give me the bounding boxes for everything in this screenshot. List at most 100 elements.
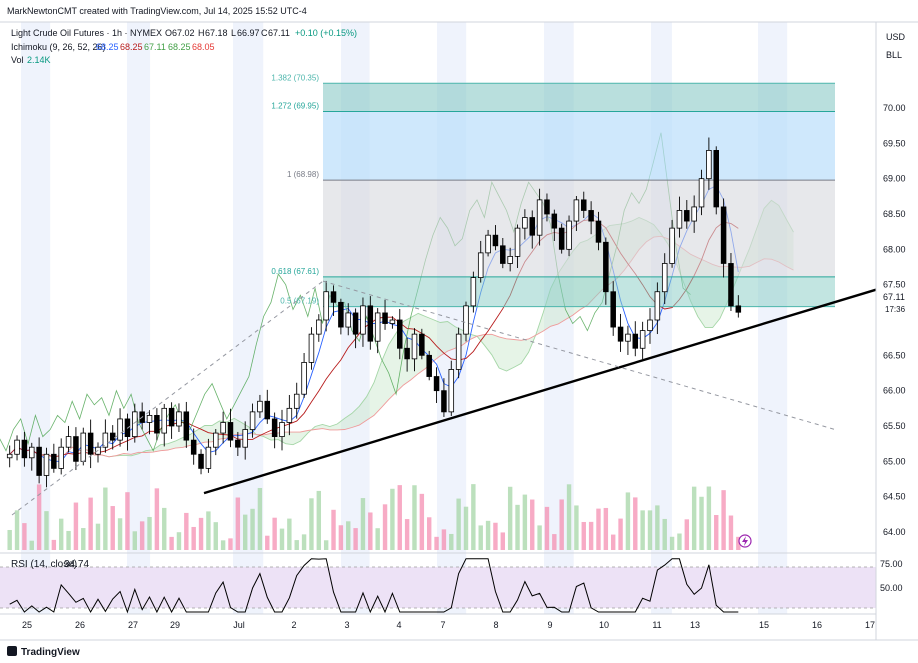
candle bbox=[617, 313, 624, 352]
volume-bar bbox=[22, 523, 27, 550]
time-tick: 13 bbox=[690, 620, 700, 630]
volume-bar bbox=[397, 485, 402, 550]
volume-bar bbox=[603, 507, 609, 550]
footer-brand: TradingView bbox=[21, 647, 80, 658]
volume-bar bbox=[434, 536, 439, 550]
time-tick: 8 bbox=[493, 620, 498, 630]
fib-zone bbox=[323, 276, 835, 307]
volume-bar bbox=[662, 518, 667, 550]
candle bbox=[102, 419, 109, 453]
volume-bar bbox=[29, 540, 34, 550]
volume-bar bbox=[176, 532, 182, 550]
legend-volume[interactable]: Vol 2.14K bbox=[11, 55, 51, 65]
volume-bar bbox=[500, 532, 506, 550]
volume-bar bbox=[95, 523, 101, 550]
volume-bar bbox=[279, 528, 285, 550]
candle bbox=[558, 223, 565, 254]
price-tick: 66.00 bbox=[883, 386, 906, 396]
candle bbox=[117, 408, 123, 447]
volume-bar bbox=[117, 518, 123, 550]
volume-bar bbox=[265, 535, 270, 550]
volume-bar bbox=[728, 515, 734, 550]
volume-bar bbox=[699, 496, 704, 550]
price-axis-unit[interactable]: BLL bbox=[886, 50, 902, 60]
volume-bar bbox=[184, 512, 189, 550]
price-tick: 67.50 bbox=[883, 280, 906, 290]
volume-bar bbox=[714, 515, 719, 550]
volume-bar bbox=[691, 486, 697, 550]
fib-level-label: 0.5 (67.19) bbox=[280, 297, 319, 306]
ohlc-open: 67.02 bbox=[172, 28, 195, 38]
volume-bar bbox=[51, 539, 57, 550]
volume-bar bbox=[235, 497, 241, 550]
volume-bar bbox=[242, 514, 248, 550]
price-tick: 68.50 bbox=[883, 209, 906, 219]
volume-bar bbox=[588, 521, 594, 550]
legend-ichimoku[interactable]: Ichimoku (9, 26, 52, 26) 68.25 68.25 67.… bbox=[11, 42, 215, 52]
candle bbox=[374, 308, 381, 354]
volume-bar bbox=[537, 525, 542, 550]
volume-bar bbox=[368, 512, 373, 550]
time-axis[interactable]: 25 26 27 29 Jul 2 3 4 7 8 9 10 11 13 15 16 17 bbox=[0, 613, 876, 630]
volume-bar bbox=[169, 536, 174, 550]
volume-bar bbox=[58, 518, 64, 550]
fib-level-label: 1.272 (69.95) bbox=[271, 102, 319, 111]
fib-level-label: 1.382 (70.35) bbox=[271, 73, 319, 82]
volume-bar bbox=[338, 525, 344, 550]
volume-bar bbox=[456, 498, 461, 550]
candle bbox=[713, 146, 719, 215]
time-tick: 16 bbox=[812, 620, 822, 630]
volume-bar bbox=[574, 505, 579, 550]
volume-bar bbox=[684, 519, 690, 550]
candle bbox=[109, 425, 116, 450]
fibonacci-retracement: 1.382 (70.35) 1.272 (69.95) 1 (68.98) 0.618… bbox=[271, 73, 835, 308]
volume-bar bbox=[132, 531, 138, 550]
time-tick: 4 bbox=[396, 620, 401, 630]
candle bbox=[14, 435, 20, 461]
candle bbox=[639, 321, 646, 360]
volume-bar bbox=[316, 490, 322, 550]
volume-bar bbox=[647, 510, 653, 550]
last-price-label: 67.11 bbox=[883, 292, 905, 302]
tradingview-logo-icon bbox=[7, 646, 17, 656]
volume-bar bbox=[610, 534, 616, 550]
volume-bar bbox=[250, 508, 255, 550]
alert-lightning-icon[interactable] bbox=[738, 534, 752, 548]
price-axis[interactable]: USD BLL 70.00 69.50 69.00 68.50 68.00 67.50 66… bbox=[875, 0, 918, 640]
price-tick: 69.50 bbox=[883, 138, 906, 148]
candle bbox=[286, 394, 293, 436]
candle bbox=[51, 443, 57, 473]
candle bbox=[198, 449, 204, 475]
time-tick: 3 bbox=[344, 620, 349, 630]
volume-bar bbox=[552, 534, 557, 550]
ichimoku-conversion-value: 68.25 bbox=[96, 42, 119, 52]
candle bbox=[176, 403, 182, 433]
ohlc-high: 67.18 bbox=[205, 28, 228, 38]
volume-bar bbox=[721, 490, 726, 550]
fib-zone bbox=[323, 111, 835, 181]
volume-bar bbox=[162, 507, 167, 550]
volume-bar bbox=[346, 521, 351, 550]
volume-bar bbox=[294, 540, 299, 550]
volume-bar bbox=[103, 487, 108, 550]
volume-bar bbox=[507, 486, 513, 550]
volume-bar bbox=[390, 488, 395, 550]
time-tick: 27 bbox=[128, 620, 138, 630]
chart-credit: MarkNewtonCMT created with TradingView.c… bbox=[7, 6, 307, 16]
legend-instrument[interactable]: Light Crude Oil Futures · 1h · NYMEX O 6… bbox=[11, 28, 357, 38]
volume-bar bbox=[655, 505, 660, 550]
volume-bar bbox=[73, 502, 79, 550]
fib-level-label: 0.618 (67.61) bbox=[271, 267, 319, 276]
ohlc-open-label: O bbox=[165, 28, 172, 38]
ohlc-high-label: H bbox=[198, 28, 205, 38]
dashed-rise-line[interactable] bbox=[11, 280, 324, 516]
volume-bar bbox=[88, 497, 93, 550]
volume-bar bbox=[522, 494, 528, 550]
volume-bar bbox=[485, 520, 491, 550]
volume-bar bbox=[44, 511, 49, 550]
time-tick: 15 bbox=[759, 620, 769, 630]
price-axis-currency[interactable]: USD bbox=[886, 32, 906, 42]
volume-bar bbox=[412, 485, 417, 550]
candle bbox=[58, 438, 64, 475]
rsi-value: 34.74 bbox=[64, 559, 89, 570]
